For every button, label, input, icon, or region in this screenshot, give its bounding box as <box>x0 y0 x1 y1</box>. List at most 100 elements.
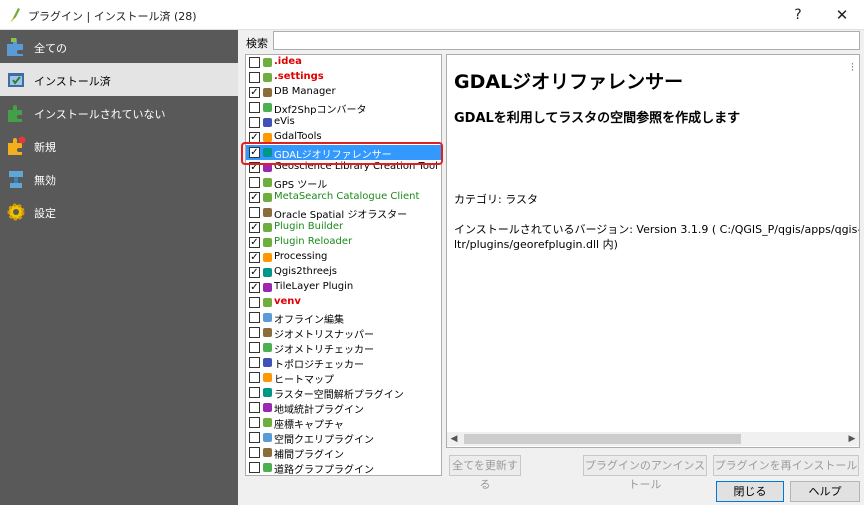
plugin-list-item[interactable]: GPS ツール <box>246 175 441 191</box>
plugin-enable-checkbox[interactable]: ✓ <box>249 222 260 233</box>
scrollbar-thumb[interactable] <box>464 434 741 444</box>
plugin-enable-checkbox[interactable] <box>249 327 260 338</box>
plugin-enable-checkbox[interactable] <box>249 177 260 188</box>
plugin-name: ジオメトリスナッパー <box>274 330 374 341</box>
plugin-name: 補間プラグイン <box>274 450 344 461</box>
plugin-enable-checkbox[interactable] <box>249 342 260 353</box>
sidebar-item-label: 無効 <box>34 174 56 187</box>
sidebar-item-label: 新規 <box>34 141 56 154</box>
plugin-icon <box>263 253 272 262</box>
plugin-enable-checkbox[interactable] <box>249 402 260 413</box>
plugin-enable-checkbox[interactable] <box>249 117 260 128</box>
plugin-list-item[interactable]: ✓ Plugin Reloader <box>246 235 441 250</box>
plugin-name: venv <box>274 296 301 307</box>
plugin-list-item[interactable]: ✓ MetaSearch Catalogue Client <box>246 190 441 205</box>
new-plugin-icon <box>8 136 26 155</box>
plugin-name: eVis <box>274 116 295 127</box>
plugin-list-item[interactable]: Dxf2Shpコンバータ <box>246 100 441 116</box>
reinstall-plugin-button[interactable]: プラグインを再インストール <box>713 455 859 476</box>
plugin-list-item[interactable]: 道路グラフプラグイン <box>246 460 441 475</box>
plugin-list-item[interactable]: 空間クエリプラグイン <box>246 430 441 446</box>
plugin-list-item[interactable]: ジオメトリチェッカー <box>246 340 441 356</box>
plugin-name: TileLayer Plugin <box>274 281 354 292</box>
plugin-name: MetaSearch Catalogue Client <box>274 191 420 202</box>
plugin-name: .settings <box>274 71 324 82</box>
sidebar-item-invalid[interactable]: 無効 <box>0 162 238 195</box>
plugin-enable-checkbox[interactable]: ✓ <box>249 192 260 203</box>
window-title: プラグイン | インストール済 (28) <box>28 10 197 23</box>
plugin-list-item[interactable]: 地域統計プラグイン <box>246 400 441 416</box>
close-window-button[interactable]: ✕ <box>822 0 862 30</box>
plugin-list-item[interactable]: オフライン編集 <box>246 310 441 326</box>
plugin-enable-checkbox[interactable] <box>249 417 260 428</box>
qgis-plugin-icon <box>10 8 20 22</box>
sidebar-item-installed[interactable]: インストール済 <box>0 63 238 96</box>
plugin-enable-checkbox[interactable] <box>249 102 260 113</box>
puzzle-all-icon <box>7 38 23 56</box>
plugin-list-item[interactable]: ✓ Plugin Builder <box>246 220 441 235</box>
plugin-icon <box>263 313 272 322</box>
uninstall-plugin-button[interactable]: プラグインのアンインストール <box>583 455 707 491</box>
plugin-list-item[interactable]: 補間プラグイン <box>246 445 441 461</box>
plugin-enable-checkbox[interactable]: ✓ <box>249 282 260 293</box>
plugin-list-item[interactable]: ヒートマップ <box>246 370 441 386</box>
upgrade-all-button[interactable]: 全てを更新する <box>449 455 521 491</box>
plugin-list-item[interactable]: .idea <box>246 55 441 70</box>
plugin-enable-checkbox[interactable] <box>249 207 260 218</box>
plugin-icon <box>263 433 272 442</box>
plugin-enable-checkbox[interactable]: ✓ <box>249 87 260 98</box>
plugin-icon <box>263 58 272 67</box>
plugin-enable-checkbox[interactable]: ✓ <box>249 237 260 248</box>
plugin-enable-checkbox[interactable] <box>249 432 260 443</box>
sidebar-item-label: インストール済 <box>34 75 111 88</box>
plugin-list-item[interactable]: ラスター空間解析プラグイン <box>246 385 441 401</box>
scroll-right-icon[interactable]: ▶ <box>845 432 859 446</box>
help-title-button[interactable]: ? <box>778 0 818 30</box>
plugin-icon <box>263 283 272 292</box>
plugin-list-item[interactable]: ✓ Processing <box>246 250 441 265</box>
plugin-enable-checkbox[interactable] <box>249 57 260 68</box>
scroll-left-icon[interactable]: ◀ <box>447 432 461 446</box>
plugin-enable-checkbox[interactable] <box>249 357 260 368</box>
help-button[interactable]: ヘルプ <box>790 481 860 502</box>
plugin-list-item[interactable]: venv <box>246 295 441 310</box>
plugin-list-item[interactable]: ジオメトリスナッパー <box>246 325 441 341</box>
plugin-name: Oracle Spatial ジオラスター <box>274 210 408 221</box>
plugin-enable-checkbox[interactable] <box>249 297 260 308</box>
plugin-list[interactable]: .idea .settings ✓ DB Manager Dxf2Shpコンバータ eVi… <box>245 54 442 476</box>
plugin-enable-checkbox[interactable] <box>249 462 260 473</box>
plugin-name: ラスター空間解析プラグイン <box>274 390 404 401</box>
plugin-enable-checkbox[interactable] <box>249 372 260 383</box>
plugin-list-item[interactable]: 座標キャプチャ <box>246 415 441 431</box>
search-input[interactable] <box>273 31 860 50</box>
sidebar-item-label: インストールされていない <box>34 108 166 121</box>
plugin-enable-checkbox[interactable]: ✓ <box>249 252 260 263</box>
plugin-name: Plugin Reloader <box>274 236 353 247</box>
plugin-icon <box>263 448 272 457</box>
selection-highlight-frame <box>241 142 443 165</box>
plugin-enable-checkbox[interactable] <box>249 312 260 323</box>
plugin-enable-checkbox[interactable] <box>249 447 260 458</box>
plugin-list-item[interactable]: ✓ TileLayer Plugin <box>246 280 441 295</box>
plugin-list-item[interactable]: ✓ Qgis2threejs <box>246 265 441 280</box>
sidebar-item-all[interactable]: 全ての <box>0 30 238 63</box>
plugin-list-item[interactable]: eVis <box>246 115 441 130</box>
plugin-enable-checkbox[interactable] <box>249 387 260 398</box>
plugin-name: 空間クエリプラグイン <box>274 435 374 446</box>
not-installed-icon <box>8 105 22 122</box>
plugin-enable-checkbox[interactable]: ✓ <box>249 267 260 278</box>
plugin-enable-checkbox[interactable] <box>249 72 260 83</box>
plugin-list-item[interactable]: .settings <box>246 70 441 85</box>
plugin-name: 座標キャプチャ <box>274 420 344 431</box>
sidebar-item-not-installed[interactable]: インストールされていない <box>0 96 238 129</box>
sidebar-item-settings[interactable]: 設定 <box>0 195 238 228</box>
plugin-list-item[interactable]: トポロジチェッカー <box>246 355 441 371</box>
sidebar-item-new[interactable]: 新規 <box>0 129 238 162</box>
plugin-icon <box>263 298 272 307</box>
plugin-icon <box>263 358 272 367</box>
close-button[interactable]: 閉じる <box>716 481 784 502</box>
horizontal-scrollbar[interactable]: ◀ ▶ <box>447 432 859 446</box>
gear-icon <box>7 203 25 221</box>
plugin-list-item[interactable]: ✓ DB Manager <box>246 85 441 100</box>
plugin-list-item[interactable]: Oracle Spatial ジオラスター <box>246 205 441 221</box>
